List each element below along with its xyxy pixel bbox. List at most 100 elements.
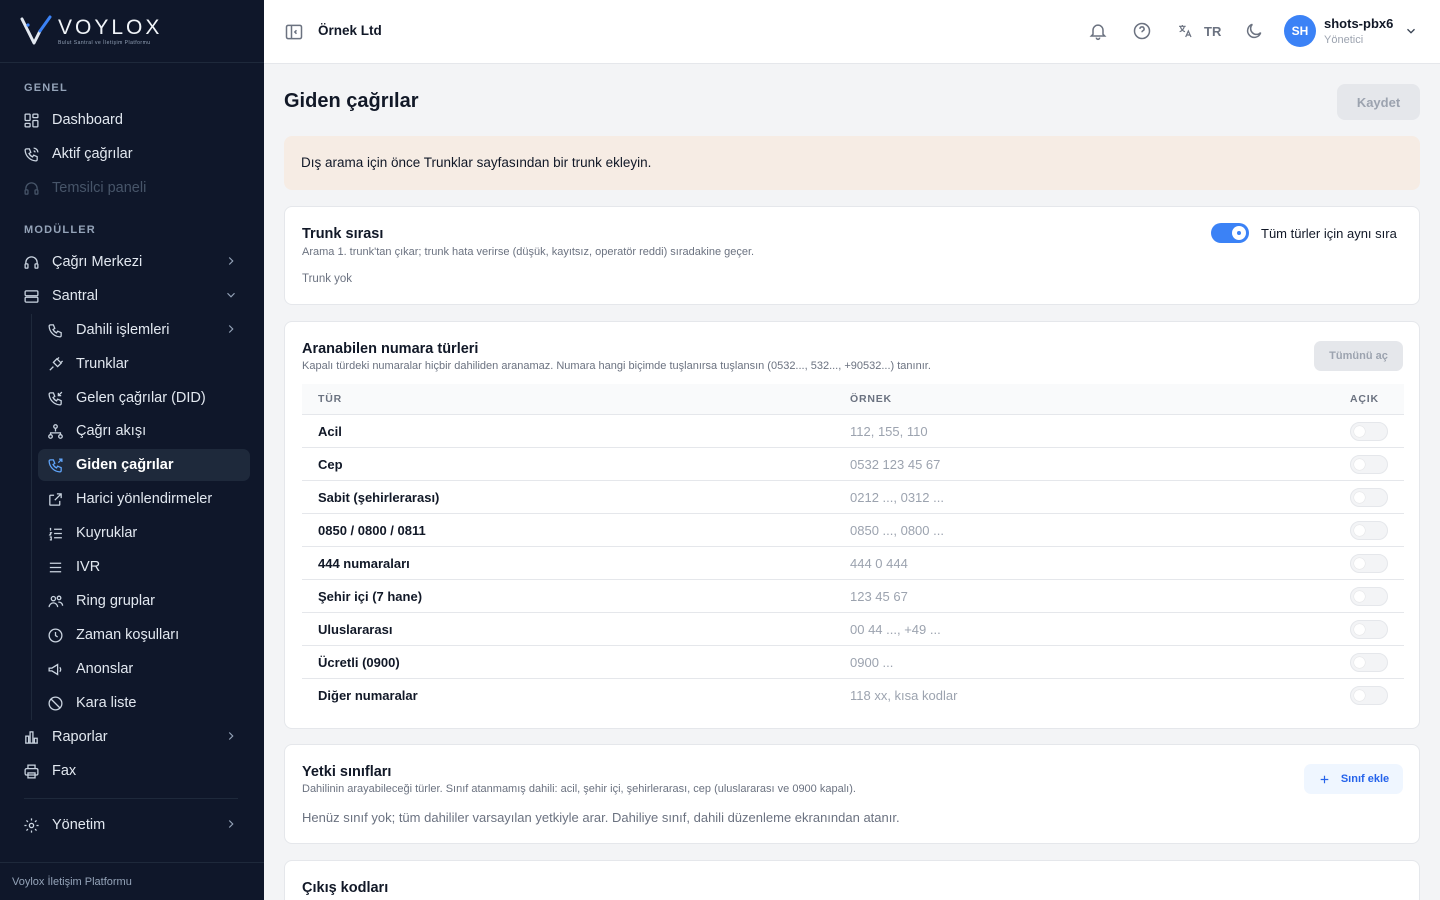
chevron-down-icon [227,292,235,298]
sidebar-item-label: Temsilci paneli [52,180,147,196]
users-icon [46,592,64,610]
sidebar-toggle-icon[interactable] [284,22,304,42]
moon-icon[interactable] [1244,21,1264,41]
help-icon[interactable] [1132,21,1152,41]
brand-name: VOYLOX [58,15,163,39]
brand-logo[interactable]: VOYLOX Bulut Santral ve İletişim Platfor… [0,0,264,63]
sidebar-item-trunks[interactable]: Trunklar [38,348,250,380]
sidebar-item-label: IVR [76,559,101,575]
table-row: Diğer numaralar 118 xx, kısa kodlar [302,679,1404,712]
table-row: Sabit (şehirlerarası) 0212 ..., 0312 ... [302,481,1404,514]
column-header-example: ÖRNEK [850,393,892,405]
open-toggle[interactable] [1350,455,1388,474]
brand-tagline: Bulut Santral ve İletişim Platformu [58,39,151,46]
same-order-toggle[interactable] [1211,223,1249,243]
open-toggle[interactable] [1350,422,1388,441]
sidebar-footer: Voylox İletişim Platformu [0,862,264,900]
cell-type: 0850 / 0800 / 0811 [318,523,426,538]
user-name[interactable]: shots-pbx6 [1324,16,1393,31]
ban-icon [46,694,64,712]
sidebar-item-label: Çağrı Merkezi [52,254,143,270]
card-description: Dahilinin arayabileceği türler. Sınıf at… [302,783,856,795]
card-title: Çıkış kodları [302,880,389,896]
sidebar-item-extensions[interactable]: Dahili işlemleri [38,314,250,346]
cell-example: 444 0 444 [850,556,908,571]
add-class-button[interactable]: Sınıf ekle [1304,764,1403,794]
gear-icon [22,816,40,834]
sidebar-item-fax[interactable]: Fax [14,755,250,787]
clock-icon [46,626,64,644]
sidebar-item-label: Zaman koşulları [76,627,180,643]
sidebar-item-announcements[interactable]: Anonslar [38,653,250,685]
sidebar-item-label: Trunklar [76,356,129,372]
sidebar-item-time-conditions[interactable]: Zaman koşulları [38,619,250,651]
sidebar-item-label: Dahili işlemleri [76,322,170,338]
chevron-right-icon [228,732,234,740]
table-row: Ücretli (0900) 0900 ... [302,646,1404,679]
sidebar: VOYLOX Bulut Santral ve İletişim Platfor… [0,0,264,900]
bar-chart-icon [22,728,40,746]
avatar[interactable]: SH [1284,15,1316,47]
sidebar-item-label: Raporlar [52,729,108,745]
sidebar-item-label: Kuyruklar [76,525,138,541]
card-title: Aranabilen numara türleri [302,341,479,357]
sidebar-item-label: Aktif çağrılar [52,146,133,162]
open-toggle[interactable] [1350,488,1388,507]
phone-call-icon [22,145,40,163]
column-header-type: TÜR [318,393,342,405]
sidebar-item-reports[interactable]: Raporlar [14,721,250,753]
cell-example: 00 44 ..., +49 ... [850,622,941,637]
section-label-general: GENEL [24,82,68,94]
open-toggle[interactable] [1350,554,1388,573]
chevron-right-icon [228,325,234,333]
open-toggle[interactable] [1350,653,1388,672]
sidebar-item-admin[interactable]: Yönetim [14,809,250,841]
cell-type: Uluslararası [318,622,393,637]
table-row: Uluslararası 00 44 ..., +49 ... [302,613,1404,646]
sidebar-item-ivr[interactable]: IVR [38,551,250,583]
company-name[interactable]: Örnek Ltd [318,23,382,38]
sidebar-item-pbx[interactable]: Santral [14,280,250,312]
same-order-toggle-label: Tüm türler için aynı sıra [1261,226,1397,241]
phone-incoming-icon [46,389,64,407]
sidebar-item-external-forwarding[interactable]: Harici yönlendirmeler [38,483,250,515]
sidebar-item-inbound[interactable]: Gelen çağrılar (DID) [38,382,250,414]
save-button[interactable]: Kaydet [1337,84,1420,120]
plus-icon [1320,775,1329,783]
cell-type: Sabit (şehirlerarası) [318,490,440,505]
flow-icon [46,422,64,440]
permission-classes-card: Yetki sınıfları Dahilinin arayabileceği … [284,744,1420,844]
cell-type: Acil [318,424,342,439]
language-switch[interactable]: TR [1204,24,1221,39]
sidebar-item-call-flow[interactable]: Çağrı akışı [38,415,250,447]
open-all-button[interactable]: Tümünü aç [1314,341,1403,371]
open-toggle[interactable] [1350,521,1388,540]
headset-icon [22,179,40,197]
table-body: Acil 112, 155, 110 Cep 0532 123 45 67 Sabit … [302,415,1404,712]
add-class-label: Sınıf ekle [1340,773,1390,785]
sidebar-item-call-center[interactable]: Çağrı Merkezi [14,246,250,278]
number-types-card: Aranabilen numara türleri Kapalı türdeki… [284,321,1420,729]
open-toggle[interactable] [1350,686,1388,705]
grid-icon [22,111,40,129]
sidebar-item-blacklist[interactable]: Kara liste [38,687,250,719]
sidebar-item-label: Dashboard [52,112,123,128]
open-toggle[interactable] [1350,620,1388,639]
exit-codes-card: Çıkış kodları [284,860,1420,900]
open-toggle[interactable] [1350,587,1388,606]
sidebar-item-outbound[interactable]: Giden çağrılar [38,449,250,481]
section-label-modules: MODÜLLER [24,224,96,236]
card-description: Arama 1. trunk'tan çıkar; trunk hata ver… [302,246,755,258]
sidebar-item-ring-groups[interactable]: Ring gruplar [38,585,250,617]
sidebar-item-queues[interactable]: Kuyruklar [38,517,250,549]
sidebar-item-active-calls[interactable]: Aktif çağrılar [14,138,250,170]
plug-icon [46,355,64,373]
sidebar-item-dashboard[interactable]: Dashboard [14,104,250,136]
table-row: 444 numaraları 444 0 444 [302,547,1404,580]
list-ordered-icon [46,524,64,542]
chevron-down-icon[interactable] [1404,24,1418,38]
sidebar-item-agent-panel[interactable]: Temsilci paneli [14,172,250,204]
translate-icon[interactable] [1177,23,1193,39]
cell-example: 112, 155, 110 [850,424,928,439]
bell-icon[interactable] [1088,21,1108,41]
